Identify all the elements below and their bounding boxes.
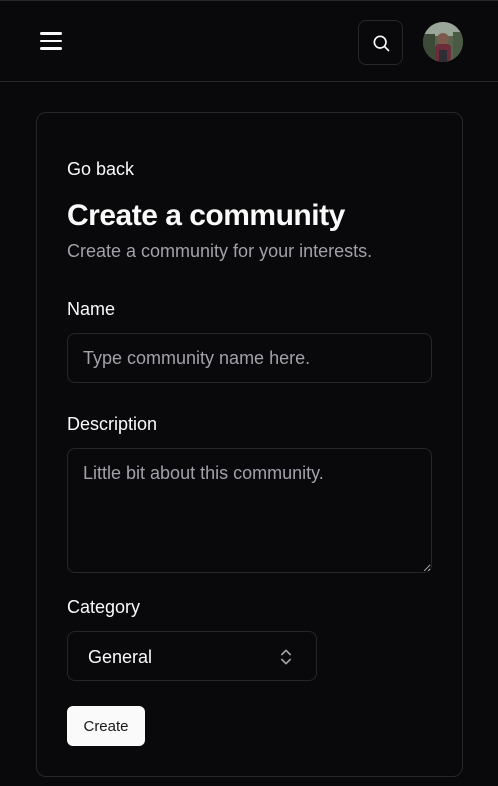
description-label: Description [67,414,158,434]
description-textarea[interactable] [67,448,432,573]
search-icon [373,35,389,51]
category-label: Category [67,597,141,617]
category-select[interactable]: General [67,631,317,681]
chevron-up-down-icon [281,649,291,665]
user-avatar[interactable] [423,22,463,62]
search-button[interactable] [358,20,403,65]
page-title: Create a community [67,199,345,232]
menu-line [40,32,62,35]
page-subtitle: Create a community for your interests. [67,241,373,261]
category-selected-value: General [88,647,153,667]
go-back-link[interactable]: Go back [67,157,134,181]
menu-line [40,47,62,50]
menu-line [40,39,62,42]
top-navigation-bar [0,0,498,82]
community-name-input[interactable] [67,333,432,383]
avatar-photo [423,22,463,62]
create-button[interactable]: Create [67,706,145,746]
name-label: Name [67,299,116,319]
hamburger-menu-icon[interactable] [39,30,63,52]
